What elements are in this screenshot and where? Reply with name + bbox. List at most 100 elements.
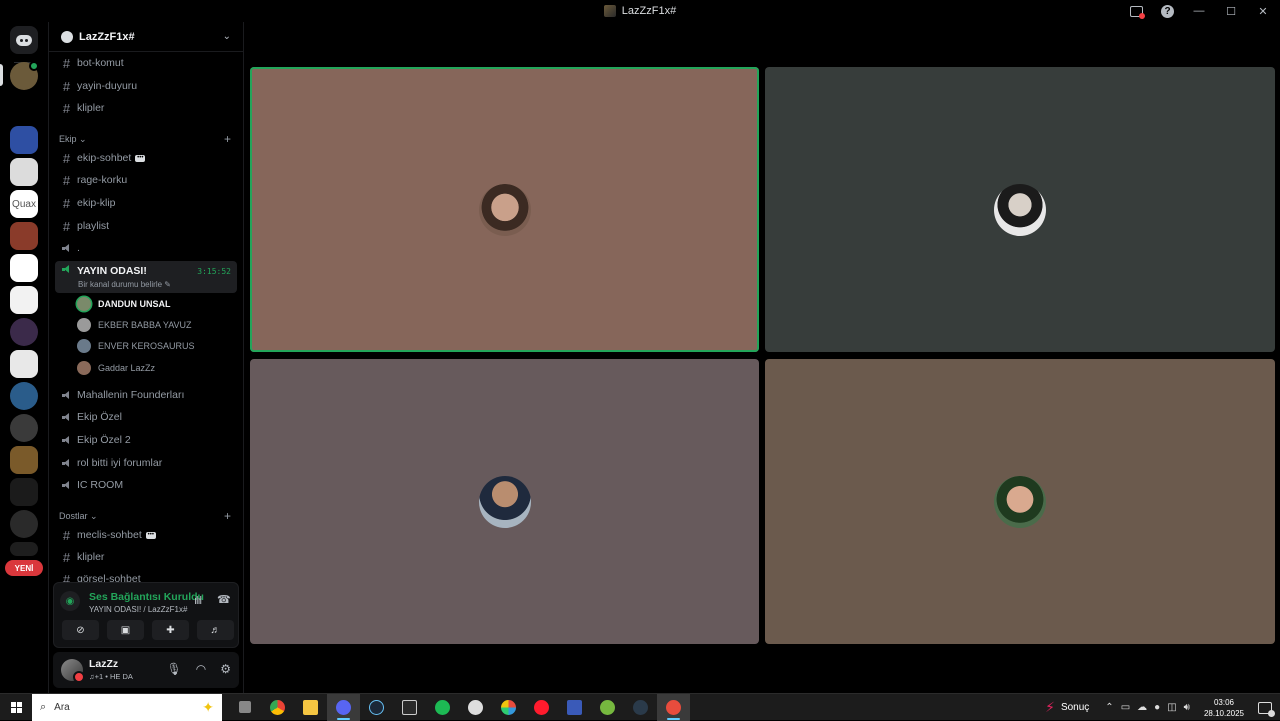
server-icon[interactable]: [10, 254, 38, 282]
tray-widget-label: Sonuç: [1060, 702, 1090, 713]
app-button[interactable]: [624, 694, 657, 721]
voice-channel[interactable]: Ekip Özel 2: [55, 430, 237, 450]
channel-rage-korku[interactable]: # rage-korku: [55, 170, 237, 190]
microphone-icon[interactable]: 🎙︎: [167, 662, 182, 676]
chevron-up-icon[interactable]: ⌃: [1105, 702, 1113, 713]
server-icon[interactable]: [10, 478, 38, 506]
server-icon-quax[interactable]: Quax: [10, 190, 38, 218]
participant-tile[interactable]: [765, 359, 1275, 644]
inbox-icon[interactable]: [1130, 5, 1145, 19]
voice-user-name: ENVER KEROSAURUS: [98, 341, 195, 351]
steam-button[interactable]: [360, 694, 393, 721]
server-icon[interactable]: [10, 510, 38, 538]
server-icon[interactable]: [10, 222, 38, 250]
server-icon-lazzz[interactable]: [10, 61, 39, 90]
activities-button[interactable]: ✚: [152, 620, 189, 640]
channel-status[interactable]: Bir kanal durumu belirle ✎: [78, 280, 171, 289]
headphones-icon[interactable]: ◠: [196, 662, 206, 676]
voice-user[interactable]: ENVER KEROSAURUS: [77, 336, 237, 356]
category-ekip[interactable]: Ekip ⌄ +: [59, 132, 237, 146]
spotify-button[interactable]: [426, 694, 459, 721]
task-view-icon: [238, 701, 251, 713]
channel-yayin-duyuru[interactable]: # yayin-duyuru: [55, 76, 237, 96]
voice-channel[interactable]: rol bitti iyi forumlar: [55, 453, 237, 473]
voice-channel[interactable]: IC ROOM: [55, 475, 237, 495]
battery-icon[interactable]: ▭: [1121, 702, 1130, 713]
voice-channel[interactable]: Ekip Özel: [55, 407, 237, 427]
camera-off-button[interactable]: ⊘: [62, 620, 99, 640]
microphone-icon[interactable]: ●: [1154, 702, 1160, 713]
user-name[interactable]: LazZz: [89, 658, 118, 670]
avatar: [77, 318, 91, 332]
channel-ekip-klip[interactable]: # ekip-klip: [55, 193, 237, 213]
server-icon[interactable]: [10, 446, 38, 474]
participant-tile[interactable]: [765, 67, 1275, 352]
noise-suppression-icon[interactable]: ılıl: [194, 595, 202, 607]
minimize-icon[interactable]: —: [1192, 4, 1206, 18]
avatar[interactable]: [61, 659, 85, 683]
channel-playlist[interactable]: # playlist: [55, 216, 237, 236]
disconnect-icon[interactable]: ☎: [217, 593, 231, 607]
speaker-icon: [60, 390, 73, 400]
taskbar-apps: [228, 693, 690, 721]
file-explorer-button[interactable]: [294, 694, 327, 721]
channel-gorsel-sohbet[interactable]: # görsel-sohbet: [55, 569, 237, 583]
server-icon[interactable]: [10, 286, 38, 314]
clock[interactable]: 03:06 28.10.2025: [1204, 697, 1244, 719]
server-icon[interactable]: [10, 414, 38, 442]
guild-header[interactable]: LazZzF1x# ⌄: [49, 22, 243, 52]
maximize-icon[interactable]: ☐: [1224, 4, 1238, 18]
server-icon[interactable]: [10, 318, 38, 346]
add-channel-icon[interactable]: +: [224, 509, 231, 523]
voice-user[interactable]: EKBER BABBA YAVUZ: [77, 315, 237, 335]
channel-meclis-sohbet[interactable]: # meclis-sohbet •••: [55, 525, 237, 545]
close-icon[interactable]: ✕: [1256, 4, 1270, 18]
network-icon[interactable]: ◫: [1167, 702, 1176, 713]
voice-channel-dot[interactable]: .: [55, 238, 237, 258]
category-dostlar[interactable]: Dostlar ⌄ +: [59, 509, 237, 523]
soundboard-button[interactable]: ♬: [197, 620, 234, 640]
task-view-button[interactable]: [228, 694, 261, 721]
server-icon[interactable]: [10, 126, 38, 154]
voice-user[interactable]: DANDUN UNSAL: [77, 294, 237, 314]
voice-status-title[interactable]: Ses Bağlantısı Kuruldu: [89, 591, 204, 603]
app-button[interactable]: [459, 694, 492, 721]
taskbar-search[interactable]: ⌕ Ara ✦: [32, 693, 222, 721]
app-button[interactable]: [492, 694, 525, 721]
channel-label: yayin-duyuru: [77, 80, 138, 92]
channel-klipler-2[interactable]: # klipler: [55, 547, 237, 567]
voice-status-subtitle[interactable]: YAYIN ODASI! / LazZzF1x#: [89, 605, 187, 614]
utorrent-button[interactable]: [591, 694, 624, 721]
participant-tile[interactable]: [250, 67, 759, 352]
notification-icon[interactable]: [1258, 701, 1275, 717]
app-button[interactable]: [558, 694, 591, 721]
participant-tile[interactable]: [250, 359, 759, 644]
channel-ekip-sohbet[interactable]: # ekip-sohbet •••: [55, 148, 237, 168]
voice-channel-yayin-odasi[interactable]: YAYIN ODASI! Bir kanal durumu belirle ✎ …: [55, 261, 237, 293]
app-button[interactable]: [657, 693, 690, 721]
volume-icon[interactable]: 🔊︎: [1184, 702, 1190, 713]
channel-bot-komut[interactable]: # bot-komut: [55, 53, 237, 73]
epic-games-button[interactable]: [393, 694, 426, 721]
voice-connection-panel: ◉ Ses Bağlantısı Kuruldu YAYIN ODASI! / …: [53, 582, 239, 648]
cloud-icon[interactable]: ☁: [1137, 702, 1147, 713]
server-icon[interactable]: [10, 158, 38, 186]
channel-klipler[interactable]: # klipler: [55, 98, 237, 118]
chrome-button[interactable]: [261, 694, 294, 721]
discord-home-icon[interactable]: [10, 26, 38, 54]
gear-icon[interactable]: ⚙: [220, 662, 231, 676]
discord-button[interactable]: [327, 693, 360, 721]
screen-share-button[interactable]: ▣: [107, 620, 144, 640]
tray-widget[interactable]: ⚡ Sonuç: [1045, 699, 1089, 716]
help-icon[interactable]: ?: [1161, 4, 1174, 18]
server-icon[interactable]: [10, 350, 38, 378]
server-icon[interactable]: [10, 382, 38, 410]
add-channel-icon[interactable]: +: [224, 132, 231, 146]
voice-user[interactable]: Gaddar LazZz: [77, 358, 237, 378]
start-button[interactable]: [0, 694, 32, 721]
voice-channel[interactable]: Mahallenin Founderları: [55, 385, 237, 405]
server-icon[interactable]: [10, 542, 38, 556]
opera-button[interactable]: [525, 694, 558, 721]
channel-label: ekip-klip: [77, 197, 116, 209]
signal-icon[interactable]: ◉: [60, 591, 80, 611]
